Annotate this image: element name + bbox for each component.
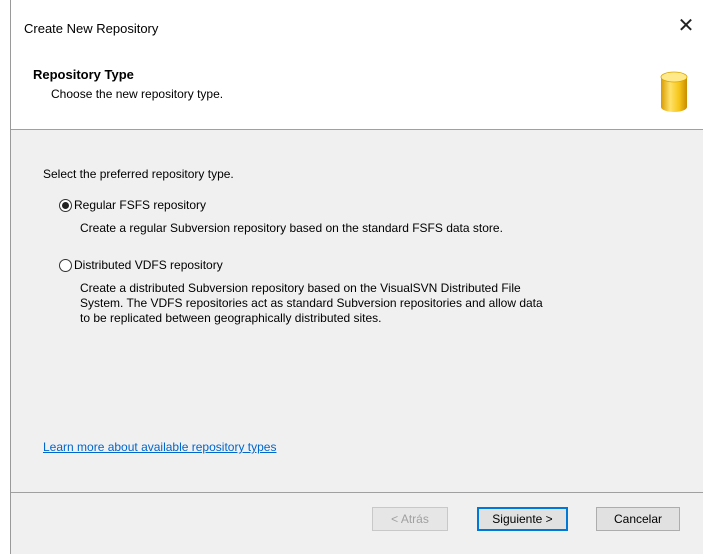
page-subtitle: Choose the new repository type. [51, 87, 224, 101]
radio-vdfs-repository[interactable]: Distributed VDFS repository [59, 258, 223, 272]
vdfs-description-line: to be replicated between geographically … [80, 311, 382, 325]
select-type-prompt: Select the preferred repository type. [43, 167, 234, 181]
window-title: Create New Repository [24, 21, 159, 36]
wizard-header: Repository Type Choose the new repositor… [11, 42, 703, 130]
back-button[interactable]: < Atrás [372, 507, 448, 531]
wizard-footer: < Atrás Siguiente > Cancelar [11, 493, 703, 554]
page-title: Repository Type [33, 67, 134, 82]
next-button[interactable]: Siguiente > [477, 507, 568, 531]
radio-label-vdfs: Distributed VDFS repository [74, 258, 223, 272]
vdfs-description: Create a distributed Subversion reposito… [80, 281, 680, 326]
close-button[interactable]: ✕ [669, 10, 703, 40]
database-cylinder-icon [660, 71, 688, 112]
radio-fsfs-repository[interactable]: Regular FSFS repository [59, 198, 206, 212]
vdfs-description-line: Create a distributed Subversion reposito… [80, 281, 521, 295]
learn-more-link[interactable]: Learn more about available repository ty… [43, 440, 276, 454]
vdfs-description-line: System. The VDFS repositories act as sta… [80, 296, 543, 310]
content-area: Select the preferred repository type. Re… [11, 130, 703, 493]
radio-label-fsfs: Regular FSFS repository [74, 198, 207, 212]
cancel-button[interactable]: Cancelar [596, 507, 680, 531]
fsfs-description: Create a regular Subversion repository b… [80, 221, 503, 235]
close-icon: ✕ [677, 13, 695, 37]
radio-button-unselected[interactable] [59, 258, 72, 272]
title-bar: Create New Repository ✕ [11, 0, 703, 42]
radio-button-selected[interactable] [59, 198, 72, 212]
create-repository-dialog: Create New Repository ✕ Repository Type … [10, 0, 703, 554]
